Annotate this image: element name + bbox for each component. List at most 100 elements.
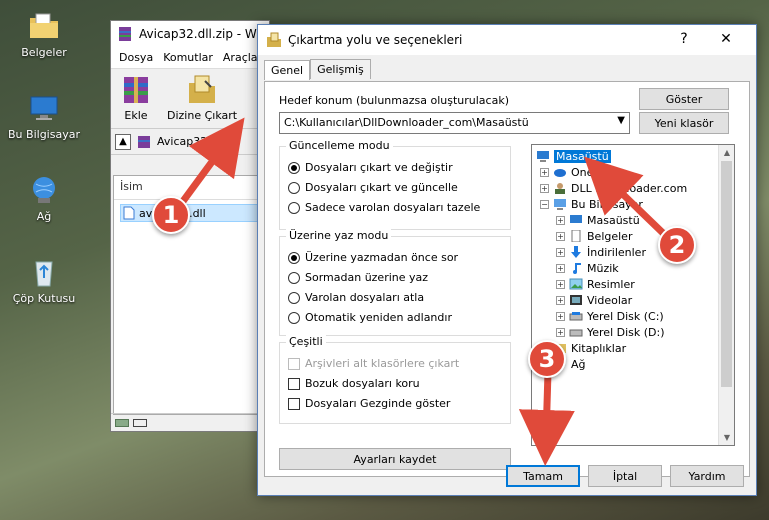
desktop-icon-recycle-bin[interactable]: Çöp Kutusu bbox=[4, 256, 84, 305]
option-label: Sormadan üzerine yaz bbox=[305, 271, 429, 284]
tree-scrollbar[interactable]: ▲ ▼ bbox=[718, 145, 734, 445]
desktop-icon-label: Belgeler bbox=[21, 46, 67, 59]
menu-dosya[interactable]: Dosya bbox=[119, 51, 153, 64]
tree-item-label: Yerel Disk (D:) bbox=[587, 325, 665, 339]
expand-icon[interactable]: + bbox=[540, 167, 549, 177]
extract-folder-icon bbox=[189, 75, 216, 103]
expand-icon[interactable]: + bbox=[556, 231, 565, 241]
misc-title: Çeşitli bbox=[286, 335, 326, 348]
download-arrow-icon bbox=[571, 246, 581, 258]
checkbox[interactable] bbox=[288, 397, 300, 410]
close-icon[interactable]: ✕ bbox=[716, 31, 736, 47]
help-icon[interactable]: ? bbox=[674, 31, 694, 47]
help-button[interactable]: Yardım bbox=[670, 465, 744, 487]
file-row[interactable]: avicap32.dll bbox=[120, 204, 260, 222]
scroll-up-icon[interactable]: ▲ bbox=[719, 148, 734, 157]
column-header-name[interactable]: İsim bbox=[114, 176, 266, 200]
desktop-icon-label: Ağ bbox=[36, 210, 52, 223]
tree-item-dll-downloader[interactable]: + DLL Downloader.com bbox=[540, 180, 687, 196]
option-label: Bozuk dosyaları koru bbox=[305, 377, 420, 390]
new-folder-button[interactable]: Yeni klasör bbox=[639, 112, 729, 134]
option-label: Üzerine yazmadan önce sor bbox=[305, 251, 459, 264]
tree-item-documents[interactable]: + Belgeler bbox=[556, 228, 632, 244]
overwrite-option-without-prompt[interactable]: Sormadan üzerine yaz bbox=[288, 271, 428, 284]
tree-item-this-pc[interactable]: − Bu Bilgisayar bbox=[540, 196, 643, 212]
show-button[interactable]: Göster bbox=[639, 88, 729, 110]
overwrite-option-rename[interactable]: Otomatik yeniden adlandır bbox=[288, 311, 452, 324]
recycle-bin-icon bbox=[35, 261, 53, 287]
tree-item-label: Masaüstü bbox=[554, 149, 611, 163]
tree-item-drive-c[interactable]: + Yerel Disk (C:) bbox=[556, 308, 664, 324]
desktop-icon-network[interactable]: Ağ bbox=[4, 174, 84, 223]
destination-path-input[interactable]: C:\Kullanıcılar\DllDownloader_com\Masaüs… bbox=[279, 112, 630, 134]
tab-advanced[interactable]: Gelişmiş bbox=[310, 59, 371, 79]
desktop-icon-computer[interactable]: Bu Bilgisayar bbox=[4, 92, 84, 141]
misc-option-subfolders: Arşivleri alt klasörlere çıkart bbox=[288, 357, 459, 370]
tree-item-music[interactable]: + Müzik bbox=[556, 260, 619, 276]
overwrite-option-ask[interactable]: Üzerine yazmadan önce sor bbox=[288, 251, 458, 264]
expand-icon[interactable]: + bbox=[556, 279, 565, 289]
overwrite-mode-title: Üzerine yaz modu bbox=[286, 229, 392, 242]
save-settings-button[interactable]: Ayarları kaydet bbox=[279, 448, 511, 470]
up-folder-icon[interactable]: ▲ bbox=[115, 133, 131, 150]
tree-item-drive-d[interactable]: + Yerel Disk (D:) bbox=[556, 324, 665, 340]
expand-icon[interactable]: + bbox=[556, 311, 565, 321]
add-button[interactable]: Ekle bbox=[119, 73, 153, 124]
drive-icon bbox=[115, 418, 129, 427]
ok-button[interactable]: Tamam bbox=[506, 465, 580, 487]
winrar-title: Avicap32.dll.zip - W bbox=[139, 27, 257, 41]
folder-tree[interactable]: Masaüstü + OneDrive + DLL Downloader.com… bbox=[531, 144, 735, 446]
option-label: Dosyaları çıkart ve değiştir bbox=[305, 161, 453, 174]
expand-icon[interactable]: + bbox=[556, 327, 565, 337]
cancel-button[interactable]: İptal bbox=[588, 465, 662, 487]
expand-icon[interactable]: + bbox=[556, 295, 565, 305]
video-icon bbox=[570, 295, 582, 305]
expand-icon[interactable]: + bbox=[540, 183, 549, 193]
tree-item-pc-desktop[interactable]: + Masaüstü bbox=[556, 212, 640, 228]
scroll-thumb[interactable] bbox=[721, 161, 732, 387]
menu-araclar[interactable]: Araçla bbox=[223, 51, 258, 64]
tree-item-desktop[interactable]: Masaüstü bbox=[536, 148, 611, 164]
dialog-title: Çıkartma yolu ve seçenekleri bbox=[288, 33, 463, 47]
tree-item-label: Müzik bbox=[587, 261, 619, 275]
radio-button[interactable] bbox=[288, 161, 300, 174]
menu-komutlar[interactable]: Komutlar bbox=[163, 51, 213, 64]
scroll-down-icon[interactable]: ▼ bbox=[719, 433, 734, 442]
overwrite-option-skip[interactable]: Varolan dosyaları atla bbox=[288, 291, 424, 304]
radio-button[interactable] bbox=[288, 201, 300, 214]
tree-item-label: İndirilenler bbox=[587, 245, 646, 259]
annotation-badge-1: 1 bbox=[152, 196, 190, 234]
checkbox[interactable] bbox=[288, 377, 300, 390]
tree-item-videos[interactable]: + Videolar bbox=[556, 292, 632, 308]
tab-general[interactable]: Genel bbox=[264, 60, 311, 80]
option-label: Dosyaları Gezginde göster bbox=[305, 397, 451, 410]
extract-to-button[interactable]: Dizine Çıkart bbox=[167, 73, 237, 124]
expand-icon[interactable]: + bbox=[556, 263, 565, 273]
expand-icon[interactable]: + bbox=[556, 215, 565, 225]
tree-item-onedrive[interactable]: + OneDrive bbox=[540, 164, 623, 180]
music-icon bbox=[573, 263, 581, 274]
drive-icon bbox=[569, 312, 583, 321]
chevron-down-icon[interactable]: ▼ bbox=[617, 115, 625, 126]
update-option-update[interactable]: Dosyaları çıkart ve güncelle bbox=[288, 181, 458, 194]
radio-button[interactable] bbox=[288, 181, 300, 194]
misc-option-keep-broken[interactable]: Bozuk dosyaları koru bbox=[288, 377, 420, 390]
radio-button[interactable] bbox=[288, 271, 300, 284]
expand-icon[interactable]: + bbox=[556, 247, 565, 257]
winrar-title-bar[interactable]: Avicap32.dll.zip - W bbox=[111, 21, 269, 47]
radio-button[interactable] bbox=[288, 291, 300, 304]
update-option-replace[interactable]: Dosyaları çıkart ve değiştir bbox=[288, 161, 453, 174]
desktop-icon-documents[interactable]: Belgeler bbox=[4, 10, 84, 59]
picture-icon bbox=[569, 278, 583, 290]
tree-item-pictures[interactable]: + Resimler bbox=[556, 276, 635, 292]
tree-item-label: Videolar bbox=[587, 293, 633, 307]
radio-button[interactable] bbox=[288, 311, 300, 324]
tree-item-downloads[interactable]: + İndirilenler bbox=[556, 244, 646, 260]
collapse-icon[interactable]: − bbox=[540, 199, 549, 209]
dialog-title-bar[interactable]: Çıkartma yolu ve seçenekleri ? ✕ bbox=[258, 25, 756, 55]
misc-option-show-in-explorer[interactable]: Dosyaları Gezginde göster bbox=[288, 397, 450, 410]
tree-item-label: Resimler bbox=[587, 277, 635, 291]
radio-button[interactable] bbox=[288, 251, 300, 264]
option-label: Arşivleri alt klasörlere çıkart bbox=[305, 357, 460, 370]
update-option-freshen[interactable]: Sadece varolan dosyaları tazele bbox=[288, 201, 480, 214]
